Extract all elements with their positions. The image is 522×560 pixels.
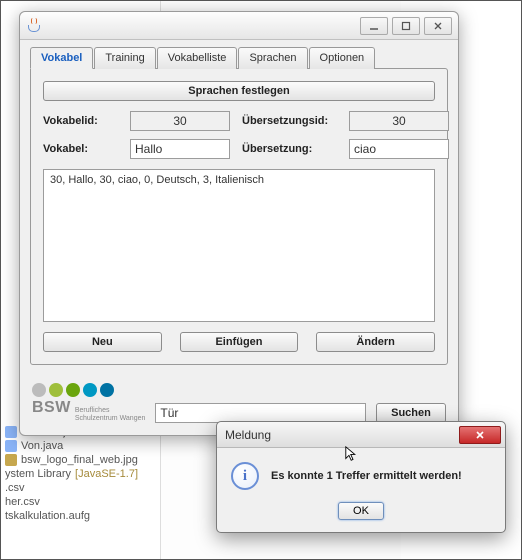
file-item[interactable]: tskalkulation.aufg bbox=[3, 509, 158, 523]
message-dialog: Meldung i Es konnte 1 Treffer ermittelt … bbox=[216, 421, 506, 533]
neu-button[interactable]: Neu bbox=[43, 332, 162, 352]
tab-panel-vokabel: Sprachen festlegen Vokabelid: Übersetzun… bbox=[30, 68, 448, 365]
vokabel-input[interactable] bbox=[130, 139, 230, 159]
result-list[interactable]: 30, Hallo, 30, ciao, 0, Deutsch, 3, Ital… bbox=[43, 169, 435, 322]
tab-sprachen[interactable]: Sprachen bbox=[238, 47, 307, 69]
vokabelid-field bbox=[130, 111, 230, 131]
tab-vokabel[interactable]: Vokabel bbox=[30, 47, 93, 69]
set-languages-button[interactable]: Sprachen festlegen bbox=[43, 81, 435, 101]
list-item[interactable]: 30, Hallo, 30, ciao, 0, Deutsch, 3, Ital… bbox=[50, 174, 428, 186]
file-item[interactable]: her.csv bbox=[3, 495, 158, 509]
vokabel-label: Vokabel: bbox=[43, 143, 118, 155]
close-button[interactable] bbox=[424, 17, 452, 35]
vokabelid-label: Vokabelid: bbox=[43, 115, 118, 127]
tab-optionen[interactable]: Optionen bbox=[309, 47, 376, 69]
dialog-message: Es konnte 1 Treffer ermittelt werden! bbox=[271, 470, 462, 482]
uebersetzung-input[interactable] bbox=[349, 139, 449, 159]
ok-button[interactable]: OK bbox=[338, 502, 384, 520]
aendern-button[interactable]: Ändern bbox=[316, 332, 435, 352]
tab-training[interactable]: Training bbox=[94, 47, 155, 69]
file-item[interactable]: Von.java bbox=[3, 439, 158, 453]
titlebar[interactable] bbox=[20, 12, 458, 40]
uebersetzungsid-field bbox=[349, 111, 449, 131]
app-window: Vokabel Training Vokabelliste Sprachen O… bbox=[19, 11, 459, 436]
dialog-close-button[interactable] bbox=[459, 426, 501, 444]
bsw-logo: BSW BeruflichesSchulzentrum Wangen bbox=[32, 383, 145, 423]
dialog-title: Meldung bbox=[225, 428, 271, 442]
dialog-titlebar[interactable]: Meldung bbox=[217, 422, 505, 448]
maximize-button[interactable] bbox=[392, 17, 420, 35]
minimize-button[interactable] bbox=[360, 17, 388, 35]
java-icon bbox=[26, 18, 42, 34]
uebersetzungsid-label: Übersetzungsid: bbox=[242, 115, 337, 127]
search-input[interactable] bbox=[155, 403, 366, 423]
suchen-button[interactable]: Suchen bbox=[376, 403, 446, 423]
info-icon: i bbox=[231, 462, 259, 490]
tab-vokabelliste[interactable]: Vokabelliste bbox=[157, 47, 238, 69]
file-item[interactable]: .csv bbox=[3, 481, 158, 495]
uebersetzung-label: Übersetzung: bbox=[242, 143, 337, 155]
file-item[interactable]: bsw_logo_final_web.jpg bbox=[3, 453, 158, 467]
einfuegen-button[interactable]: Einfügen bbox=[180, 332, 299, 352]
tab-bar: Vokabel Training Vokabelliste Sprachen O… bbox=[30, 47, 448, 69]
system-library: ystem Library [JavaSE-1.7] bbox=[3, 467, 158, 481]
